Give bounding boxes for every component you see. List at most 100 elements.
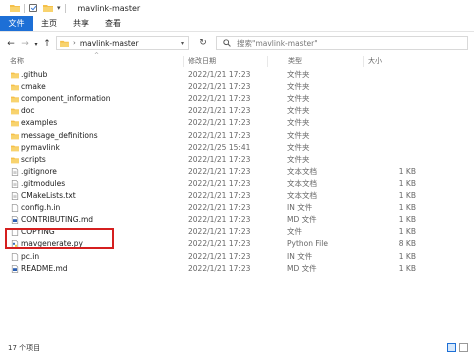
md-file-icon — [11, 216, 19, 225]
file-date: 2022/1/21 17:23 — [188, 166, 251, 176]
file-name: pc.in — [21, 251, 40, 261]
file-row[interactable]: message_definitions 2022/1/21 17:23 文件夹 — [0, 130, 474, 142]
file-date: 2022/1/21 17:23 — [188, 94, 251, 104]
refresh-icon[interactable]: ↻ — [195, 36, 211, 50]
quick-access-dropdown-icon[interactable]: ▾ — [57, 4, 61, 12]
file-size — [376, 93, 416, 105]
file-name: cmake — [21, 82, 46, 92]
file-date: 2022/1/21 17:23 — [188, 178, 251, 188]
file-type: Python File — [287, 239, 328, 249]
file-name: .gitignore — [21, 166, 57, 176]
breadcrumb-current[interactable]: mavlink-master — [80, 39, 139, 48]
file-name: .github — [21, 70, 48, 79]
file-date: 2022/1/21 17:23 — [188, 130, 251, 140]
file-size — [376, 142, 416, 154]
window-title: mavlink-master — [77, 3, 141, 13]
column-date[interactable]: 修改日期 — [184, 56, 268, 67]
file-name: examples — [21, 118, 58, 128]
file-row[interactable]: .github 2022/1/21 17:23 文件夹 — [0, 69, 474, 81]
file-row[interactable]: pymavlink 2022/1/25 15:41 文件夹 — [0, 142, 474, 154]
recent-dropdown-icon[interactable]: ▾ — [32, 41, 40, 48]
breadcrumb-chevron-icon[interactable]: › — [73, 39, 76, 47]
file-size — [376, 117, 416, 129]
file-name: scripts — [21, 154, 46, 164]
column-size[interactable]: 大小 — [364, 56, 424, 67]
file-date: 2022/1/21 17:23 — [188, 118, 251, 128]
details-view-icon[interactable] — [447, 343, 456, 352]
file-size: 1 KB — [398, 215, 416, 225]
file-row[interactable]: config.h.in 2022/1/21 17:23 IN 文件 1 KB — [0, 202, 474, 214]
file-date: 2022/1/21 17:23 — [188, 263, 251, 273]
file-row[interactable]: CONTRIBUTING.md 2022/1/21 17:23 MD 文件 1 KB — [0, 214, 474, 226]
file-size: 1 KB — [398, 166, 416, 176]
file-name: CMakeLists.txt — [21, 191, 76, 200]
search-box[interactable]: 搜索"mavlink-master" — [216, 36, 468, 50]
file-icon — [11, 252, 19, 261]
properties-icon[interactable] — [29, 4, 37, 12]
file-row[interactable]: pc.in 2022/1/21 17:23 IN 文件 1 KB — [0, 251, 474, 263]
file-type: IN 文件 — [287, 251, 313, 261]
new-folder-icon[interactable] — [43, 4, 53, 12]
file-size: 1 KB — [398, 203, 416, 213]
file-row[interactable]: examples 2022/1/21 17:23 文件夹 — [0, 117, 474, 129]
folder-icon — [11, 156, 19, 164]
file-type: MD 文件 — [287, 215, 317, 225]
file-type: 文本文档 — [287, 178, 317, 188]
file-name: component_information — [21, 94, 111, 104]
file-date: 2022/1/25 15:41 — [188, 142, 251, 152]
tab-home[interactable]: 主页 — [33, 16, 65, 31]
file-type: 文件夹 — [287, 130, 310, 140]
folder-icon — [11, 71, 19, 79]
file-size: 1 KB — [398, 178, 416, 188]
file-row[interactable]: README.md 2022/1/21 17:23 MD 文件 1 KB — [0, 263, 474, 275]
file-type: 文件夹 — [287, 106, 310, 116]
file-type: 文件夹 — [287, 154, 310, 164]
file-date: 2022/1/21 17:23 — [188, 191, 251, 200]
separator — [64, 3, 66, 13]
file-date: 2022/1/21 17:23 — [188, 154, 251, 164]
file-row[interactable]: scripts 2022/1/21 17:23 文件夹 — [0, 154, 474, 166]
tab-share[interactable]: 共享 — [65, 16, 97, 31]
folder-icon — [11, 119, 19, 127]
separator — [24, 3, 25, 13]
file-type: 文本文档 — [287, 166, 317, 176]
file-type: MD 文件 — [287, 263, 317, 273]
highlight-box — [5, 228, 114, 249]
file-size — [376, 154, 416, 166]
back-arrow-icon[interactable]: ← — [4, 39, 18, 49]
file-type: IN 文件 — [287, 203, 313, 213]
file-type: 文件夹 — [287, 82, 310, 92]
ribbon-tabs: 文件 主页 共享 查看 — [0, 16, 474, 32]
file-row[interactable]: doc 2022/1/21 17:23 文件夹 — [0, 105, 474, 117]
file-size: 1 KB — [398, 227, 416, 237]
file-name: doc — [21, 106, 35, 116]
file-type: 文件 — [287, 227, 302, 237]
title-bar: ▾ mavlink-master — [0, 0, 474, 16]
file-size — [376, 69, 416, 81]
text-file-icon — [11, 179, 19, 188]
file-row[interactable]: cmake 2022/1/21 17:23 文件夹 — [0, 81, 474, 93]
text-file-icon — [11, 192, 19, 200]
file-date: 2022/1/21 17:23 — [188, 227, 251, 237]
large-icons-view-icon[interactable] — [459, 343, 468, 352]
file-row[interactable]: component_information 2022/1/21 17:23 文件夹 — [0, 93, 474, 105]
file-name: message_definitions — [21, 130, 98, 140]
column-name[interactable]: 名称 — [6, 56, 184, 67]
item-count: 17 个项目 — [8, 344, 41, 352]
file-row[interactable]: .gitmodules 2022/1/21 17:23 文本文档 1 KB — [0, 178, 474, 190]
forward-arrow-icon[interactable]: → — [18, 39, 32, 49]
folder-icon — [10, 5, 20, 12]
file-date: 2022/1/21 17:23 — [188, 70, 251, 79]
column-type[interactable]: 类型 — [284, 56, 364, 67]
file-row[interactable]: CMakeLists.txt 2022/1/21 17:23 文本文档 1 KB — [0, 190, 474, 202]
up-arrow-icon[interactable]: ↑ — [40, 39, 54, 49]
file-row[interactable]: .gitignore 2022/1/21 17:23 文本文档 1 KB — [0, 166, 474, 178]
tab-file[interactable]: 文件 — [0, 16, 33, 31]
address-dropdown-icon[interactable]: ▾ — [181, 40, 184, 47]
address-bar[interactable]: › mavlink-master ▾ — [56, 36, 189, 50]
tab-view[interactable]: 查看 — [97, 16, 129, 31]
folder-icon — [60, 40, 69, 47]
file-type: 文件夹 — [287, 70, 310, 79]
folder-icon — [11, 95, 19, 103]
file-date: 2022/1/21 17:23 — [188, 251, 251, 261]
